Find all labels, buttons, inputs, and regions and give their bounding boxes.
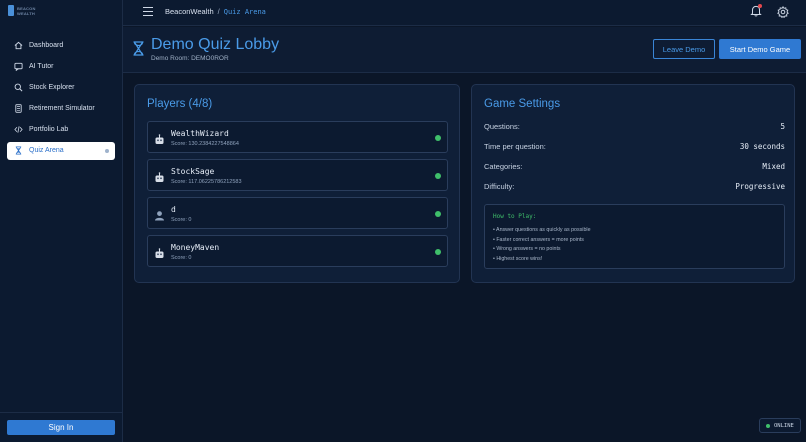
player-card: StockSage Score: 117.06225786212583	[147, 159, 448, 191]
demo-room-code: Demo Room: DEMO0ROR	[151, 55, 229, 62]
player-score: Score: 0	[171, 217, 192, 223]
sidebar-item-label: Quiz Arena	[29, 147, 64, 155]
how-to-play-box: How to Play: • Answer questions as quick…	[484, 204, 785, 269]
page-title: Demo Quiz Lobby	[151, 36, 280, 53]
connection-status-label: ONLINE	[774, 422, 794, 429]
how-to-play-item: • Faster correct answers = more points	[493, 236, 584, 243]
how-to-play-list: • Answer questions as quickly as possibl…	[493, 226, 591, 264]
sidebar-item-ai-tutor[interactable]: AI Tutor	[7, 57, 115, 75]
setting-row-questions: Questions: 5	[484, 122, 785, 134]
notifications-bell-icon[interactable]	[750, 4, 762, 17]
game-settings-title: Game Settings	[484, 98, 561, 110]
player-card: MoneyMaven Score: 0	[147, 235, 448, 267]
start-demo-game-button[interactable]: Start Demo Game	[719, 39, 801, 59]
setting-label: Categories:	[484, 162, 523, 171]
setting-label: Time per question:	[484, 142, 546, 151]
search-icon	[13, 82, 23, 92]
setting-label: Difficulty:	[484, 182, 515, 191]
game-settings-panel: Game Settings Questions: 5 Time per ques…	[471, 84, 795, 283]
sidebar-nav: Dashboard AI Tutor Stock Explorer Retire…	[7, 36, 115, 163]
sidebar-item-retirement-simulator[interactable]: Retirement Simulator	[7, 100, 115, 118]
logo-text-line2: WEALTH	[17, 10, 36, 16]
calculator-icon	[13, 104, 23, 114]
player-name: MoneyMaven	[171, 243, 220, 252]
player-score: Score: 130.2384227548864	[171, 141, 239, 147]
sign-in-button[interactable]: Sign In	[7, 420, 115, 435]
notification-badge	[758, 4, 762, 8]
settings-gear-icon[interactable]	[777, 5, 789, 19]
how-to-play-title: How to Play:	[493, 213, 537, 220]
sidebar-item-label: Dashboard	[29, 41, 64, 49]
setting-row-difficulty: Difficulty: Progressive	[484, 182, 785, 194]
app-logo[interactable]: BEACON WEALTH	[8, 5, 36, 16]
players-panel: Players (4/8) WealthWizard Score: 130.23…	[134, 84, 460, 283]
sidebar-item-label: Portfolio Lab	[29, 126, 69, 134]
player-card: WealthWizard Score: 130.2384227548864	[147, 121, 448, 153]
robot-icon	[154, 170, 165, 182]
sidebar-item-dashboard[interactable]: Dashboard	[7, 36, 115, 54]
chat-icon	[13, 61, 23, 71]
setting-value: 30 seconds	[739, 142, 785, 151]
player-name: d	[171, 205, 176, 214]
player-name: StockSage	[171, 167, 215, 176]
logo-text-line1: BEACON	[17, 5, 36, 11]
hourglass-icon	[132, 41, 145, 56]
player-card: d Score: 0	[147, 197, 448, 229]
player-score: Score: 117.06225786212583	[171, 179, 242, 185]
sidebar-footer: Sign In	[0, 412, 123, 442]
player-score: Score: 0	[171, 255, 192, 261]
sidebar-item-label: AI Tutor	[29, 62, 54, 70]
connection-status-badge: ONLINE	[759, 418, 801, 433]
sidebar-item-label: Stock Explorer	[29, 83, 75, 91]
breadcrumb-current: Quiz Arena	[223, 7, 266, 16]
setting-value: 5	[780, 122, 785, 131]
code-icon	[13, 125, 23, 135]
top-bar: BeaconWealth / Quiz Arena	[123, 0, 806, 26]
online-indicator-dot	[766, 423, 770, 428]
robot-icon	[154, 246, 165, 258]
online-status-dot	[435, 173, 441, 179]
user-icon	[154, 208, 165, 221]
sidebar: BEACON WEALTH Dashboard AI Tutor Stock E…	[0, 0, 123, 442]
setting-row-time-per-question: Time per question: 30 seconds	[484, 142, 785, 154]
breadcrumb: BeaconWealth / Quiz Arena	[165, 7, 266, 16]
sidebar-item-label: Retirement Simulator	[29, 105, 95, 113]
home-icon	[13, 40, 23, 50]
players-title: Players (4/8)	[147, 98, 213, 110]
setting-label: Questions:	[484, 122, 520, 131]
breadcrumb-separator: /	[217, 7, 220, 16]
setting-row-categories: Categories: Mixed	[484, 162, 785, 174]
sidebar-item-quiz-arena[interactable]: Quiz Arena	[7, 141, 115, 160]
sidebar-item-portfolio-lab[interactable]: Portfolio Lab	[7, 121, 115, 139]
sidebar-item-stock-explorer[interactable]: Stock Explorer	[7, 78, 115, 96]
setting-value: Mixed	[762, 162, 785, 171]
leave-demo-button[interactable]: Leave Demo	[653, 39, 715, 59]
robot-icon	[154, 132, 165, 144]
player-name: WealthWizard	[171, 129, 229, 138]
how-to-play-item: • Highest score wins!	[493, 255, 543, 262]
active-indicator-dot	[105, 148, 109, 153]
hourglass-icon	[13, 146, 23, 156]
setting-value: Progressive	[735, 182, 785, 191]
online-status-dot	[435, 211, 441, 217]
online-status-dot	[435, 135, 441, 141]
logo-mark-icon	[8, 5, 14, 16]
how-to-play-item: • Answer questions as quickly as possibl…	[493, 227, 591, 233]
how-to-play-item: • Wrong answers = no points	[493, 246, 561, 253]
menu-toggle-icon[interactable]	[143, 7, 153, 16]
online-status-dot	[435, 249, 441, 255]
breadcrumb-root[interactable]: BeaconWealth	[165, 7, 214, 16]
page-header: Demo Quiz Lobby Demo Room: DEMO0ROR Leav…	[123, 27, 806, 73]
